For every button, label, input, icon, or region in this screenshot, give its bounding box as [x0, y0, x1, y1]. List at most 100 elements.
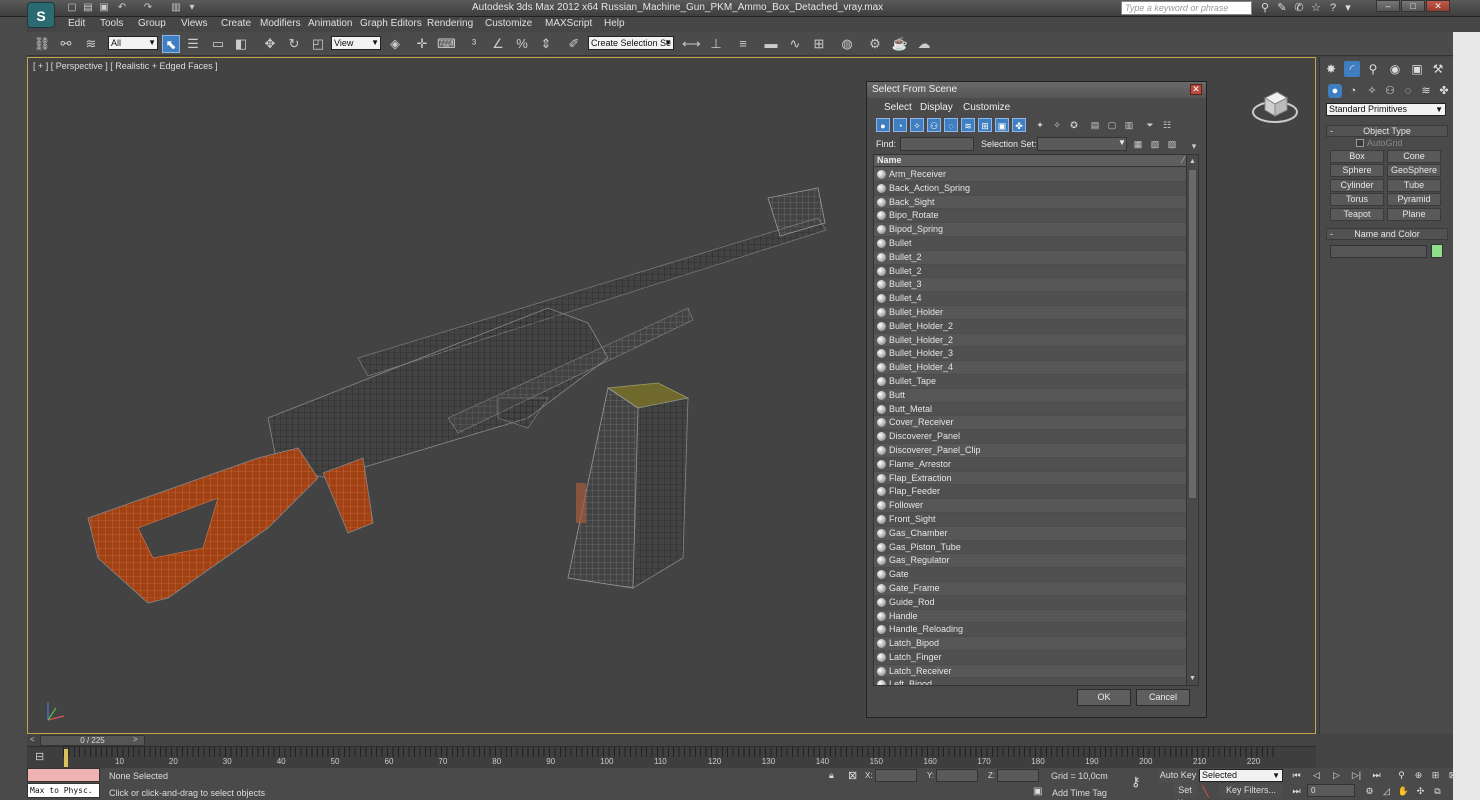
set-keys-mode-icon[interactable]: ⚷ [1131, 774, 1141, 790]
key-mode-toggle-icon[interactable]: ⏭ [1289, 784, 1304, 798]
cylinder-button[interactable]: Cylinder [1330, 179, 1384, 192]
display-tab-icon[interactable]: ▣ [1409, 61, 1425, 77]
zoom-extents-icon[interactable]: ⊞ [1428, 768, 1443, 782]
mini-curve-editor-icon[interactable]: ⊟ [35, 750, 44, 763]
list-item[interactable]: Back_Action_Spring [874, 181, 1188, 196]
favorites-star-icon[interactable]: ☆ [1309, 2, 1323, 15]
filter-bones-icon[interactable]: ✤ [1012, 118, 1026, 132]
previous-frame-icon[interactable]: ◁ [1309, 768, 1324, 782]
undo-icon[interactable]: ↶ [116, 2, 128, 14]
list-item[interactable]: Gas_Piston_Tube [874, 540, 1188, 555]
maximize-viewport-icon[interactable]: ⧉ [1430, 784, 1445, 798]
list-item[interactable]: Bullet_Tape [874, 374, 1188, 389]
schematic-view-icon[interactable]: ⊞ [810, 35, 828, 53]
list-item[interactable]: Latch_Finger [874, 650, 1188, 665]
unlink-icon[interactable]: ⚯ [57, 35, 75, 53]
zoom-all-icon[interactable]: ⊕ [1411, 768, 1426, 782]
list-item[interactable]: Bullet_2 [874, 264, 1188, 279]
subscription-icon[interactable]: ✎ [1275, 2, 1289, 15]
selection-filter-dropdown[interactable]: All ▼ [108, 36, 158, 50]
torus-button[interactable]: Torus [1330, 193, 1384, 206]
lights-icon[interactable]: ✧ [1365, 84, 1379, 98]
list-item[interactable]: Arm_Receiver [874, 168, 1188, 182]
list-item[interactable]: Bullet_Holder_2 [874, 319, 1188, 334]
zoom-extents-all-icon[interactable]: ⊠ [1445, 768, 1460, 782]
orbit-icon[interactable]: ✣ [1413, 784, 1428, 798]
current-frame-field[interactable]: 0 [1307, 784, 1355, 797]
list-item[interactable]: Gas_Regulator [874, 554, 1188, 569]
cameras-icon[interactable]: ⚇ [1383, 84, 1397, 98]
list-item[interactable]: Follower [874, 499, 1188, 513]
list-item[interactable]: Latch_Bipod [874, 637, 1188, 651]
select-and-scale-icon[interactable]: ◰ [309, 35, 327, 53]
filter-helpers-icon[interactable]: ◌ [944, 118, 958, 132]
select-all-icon[interactable]: ▤ [1088, 118, 1102, 132]
list-item[interactable]: Bullet_3 [874, 278, 1188, 293]
link-icon[interactable]: ⛓ [33, 35, 51, 53]
modify-tab-icon[interactable]: ◜ [1344, 61, 1360, 77]
go-to-start-icon[interactable]: ⏮ [1289, 768, 1304, 782]
utilities-tab-icon[interactable]: ⚒ [1430, 61, 1446, 77]
list-item[interactable]: Butt [874, 388, 1188, 403]
list-item[interactable]: Flap_Extraction [874, 471, 1188, 486]
list-scrollbar[interactable]: ▲ ▼ [1186, 155, 1198, 685]
x-coordinate-field[interactable] [875, 769, 917, 782]
curve-editor-icon[interactable]: ∿ [786, 35, 804, 53]
new-file-icon[interactable]: ▢ [66, 2, 78, 14]
pan-view-icon[interactable]: ✋ [1396, 784, 1411, 798]
list-item[interactable]: Bullet_Holder_3 [874, 347, 1188, 362]
hierarchy-tab-icon[interactable]: ⚲ [1365, 61, 1381, 77]
render-setup-icon[interactable]: ⚙ [866, 35, 884, 53]
object-name-field[interactable] [1330, 245, 1427, 258]
menu-create[interactable]: Create [221, 18, 251, 29]
shapes-icon[interactable]: ◔ [1346, 84, 1360, 98]
save-icon[interactable]: ▣ [98, 2, 110, 14]
cone-button[interactable]: Cone [1387, 150, 1441, 163]
primitive-category-dropdown[interactable]: Standard Primitives ▼ [1326, 103, 1446, 116]
list-item[interactable]: Bipod_Spring [874, 223, 1188, 237]
reference-coordinate-dropdown[interactable]: View ▼ [331, 36, 381, 50]
list-item[interactable]: Handle_Reloading [874, 623, 1188, 638]
menu-edit[interactable]: Edit [68, 18, 85, 29]
dialog-menu-display[interactable]: Display [920, 102, 953, 113]
selection-set-dropdown[interactable] [1037, 137, 1127, 151]
display-all-icon[interactable]: ✦ [1033, 118, 1047, 132]
mirror-icon[interactable]: ⟷ [682, 35, 701, 53]
time-prev-icon[interactable]: < [30, 735, 35, 744]
filter-icon[interactable]: ⏷ [1143, 118, 1157, 132]
redo-icon[interactable]: ↷ [142, 2, 154, 14]
select-none-icon[interactable]: ▢ [1105, 118, 1119, 132]
layer-manager-icon[interactable]: ≡ [734, 35, 752, 53]
viewcube-icon[interactable] [1251, 84, 1299, 124]
track-bar[interactable]: ⊟ 10 20 30 40 50 60 70 80 90 100 110 120 130 140 150 16… [27, 746, 1316, 768]
object-type-rollout[interactable]: - Object Type [1326, 125, 1448, 137]
key-filters-button[interactable]: Key Filters... [1219, 784, 1283, 798]
window-crossing-icon[interactable]: ◧ [232, 35, 250, 53]
teapot-button[interactable]: Teapot [1330, 208, 1384, 221]
ok-button[interactable]: OK [1077, 689, 1131, 706]
material-editor-icon[interactable]: ◍ [838, 35, 856, 53]
list-item[interactable]: Bullet_Holder_2 [874, 333, 1188, 348]
list-item[interactable]: Cover_Receiver [874, 416, 1188, 431]
menu-maxscript[interactable]: MAXScript [545, 18, 592, 29]
menu-customize[interactable]: Customize [485, 18, 532, 29]
list-item[interactable]: Gate [874, 568, 1188, 582]
motion-tab-icon[interactable]: ◉ [1387, 61, 1403, 77]
geosphere-button[interactable]: GeoSphere [1387, 164, 1441, 177]
filter-groups-icon[interactable]: ⊞ [978, 118, 992, 132]
tube-button[interactable]: Tube [1387, 179, 1441, 192]
list-item[interactable]: Discoverer_Panel [874, 430, 1188, 444]
list-item[interactable]: Butt_Metal [874, 402, 1188, 417]
pyramid-button[interactable]: Pyramid [1387, 193, 1441, 206]
default-in-out-tangent-icon[interactable]: ╲ [1202, 785, 1209, 798]
display-none-icon[interactable]: ✧ [1050, 118, 1064, 132]
key-mode-dropdown[interactable]: Selected ▼ [1199, 769, 1283, 782]
named-selection-sets-dropdown[interactable]: Create Selection Se ▼ [588, 36, 674, 50]
select-invert-icon[interactable]: ▥ [1122, 118, 1136, 132]
time-tag-icon[interactable]: ▣ [1033, 786, 1042, 797]
project-folder-icon[interactable]: ▥ [170, 2, 182, 14]
menu-group[interactable]: Group [138, 18, 166, 29]
list-item[interactable]: Flame_Arrestor [874, 457, 1188, 472]
help-search-input[interactable]: Type a keyword or phrase [1121, 1, 1252, 15]
list-item[interactable]: Guide_Rod [874, 595, 1188, 610]
